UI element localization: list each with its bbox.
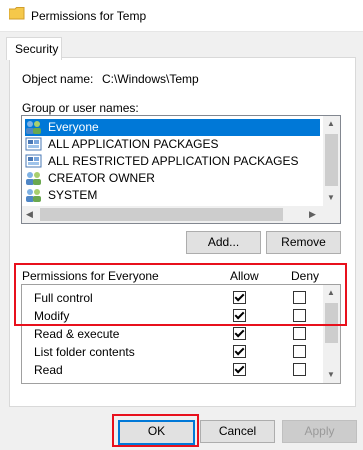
list-item[interactable]: Everyone (25, 119, 320, 136)
list-horizontal-scrollbar[interactable]: ◀ ▶ (22, 206, 323, 223)
permission-row: Read & execute (34, 327, 119, 341)
list-item[interactable]: ALL RESTRICTED APPLICATION PACKAGES (25, 153, 320, 170)
list-item-label: ALL APPLICATION PACKAGES (48, 137, 219, 151)
deny-checkbox-read-execute[interactable] (293, 327, 306, 340)
list-item-label: CREATOR OWNER (48, 171, 155, 185)
list-item-label: SYSTEM (48, 188, 98, 202)
folder-icon (8, 7, 25, 20)
package-icon (25, 137, 43, 151)
list-item-label: ALL RESTRICTED APPLICATION PACKAGES (48, 154, 299, 168)
allow-checkbox-read[interactable] (233, 363, 246, 376)
scroll-left-icon[interactable]: ◀ (26, 209, 33, 220)
package-icon (25, 154, 43, 168)
remove-button[interactable]: Remove (266, 231, 341, 254)
scroll-up-icon[interactable]: ▲ (327, 119, 335, 128)
object-name-label: Object name: (22, 72, 94, 86)
permission-name: Read (34, 363, 63, 377)
users-icon (25, 188, 43, 202)
list-item[interactable]: ALL APPLICATION PACKAGES (25, 136, 320, 153)
tab-security[interactable]: Security (6, 37, 62, 60)
scroll-down-icon[interactable]: ▼ (327, 370, 335, 379)
deny-checkbox-list-folder[interactable] (293, 345, 306, 358)
scroll-corner (323, 206, 340, 223)
permission-row: List folder contents (34, 345, 135, 359)
allow-checkbox-list-folder[interactable] (233, 345, 246, 358)
list-item[interactable]: SYSTEM (25, 187, 320, 204)
permission-name: List folder contents (34, 345, 135, 359)
scroll-down-icon[interactable]: ▼ (327, 193, 335, 202)
list-item[interactable]: CREATOR OWNER (25, 170, 320, 187)
scroll-thumb-horizontal[interactable] (40, 208, 283, 221)
window-title: Permissions for Temp (31, 9, 147, 23)
list-vertical-scrollbar[interactable]: ▲ ▼ (323, 116, 340, 206)
add-button[interactable]: Add... (186, 231, 261, 254)
group-label: Group or user names: (22, 101, 139, 115)
permission-name: Read & execute (34, 327, 120, 341)
users-icon (25, 171, 43, 185)
group-list[interactable]: Everyone ALL APPLICATION PACKAGES ALL RE… (21, 115, 341, 224)
deny-checkbox-read[interactable] (293, 363, 306, 376)
highlight-box-permissions (14, 263, 347, 326)
allow-checkbox-read-execute[interactable] (233, 327, 246, 340)
permission-row: Read (34, 363, 63, 377)
scroll-thumb[interactable] (325, 134, 338, 186)
scroll-right-icon[interactable]: ▶ (309, 209, 316, 220)
object-name-value: C:\Windows\Temp (102, 72, 199, 86)
highlight-box-ok (112, 414, 199, 447)
tab-label: Security (15, 42, 59, 56)
list-item-label: Everyone (48, 120, 99, 134)
apply-button[interactable]: Apply (282, 420, 357, 443)
cancel-button[interactable]: Cancel (200, 420, 275, 443)
users-icon (25, 120, 43, 134)
